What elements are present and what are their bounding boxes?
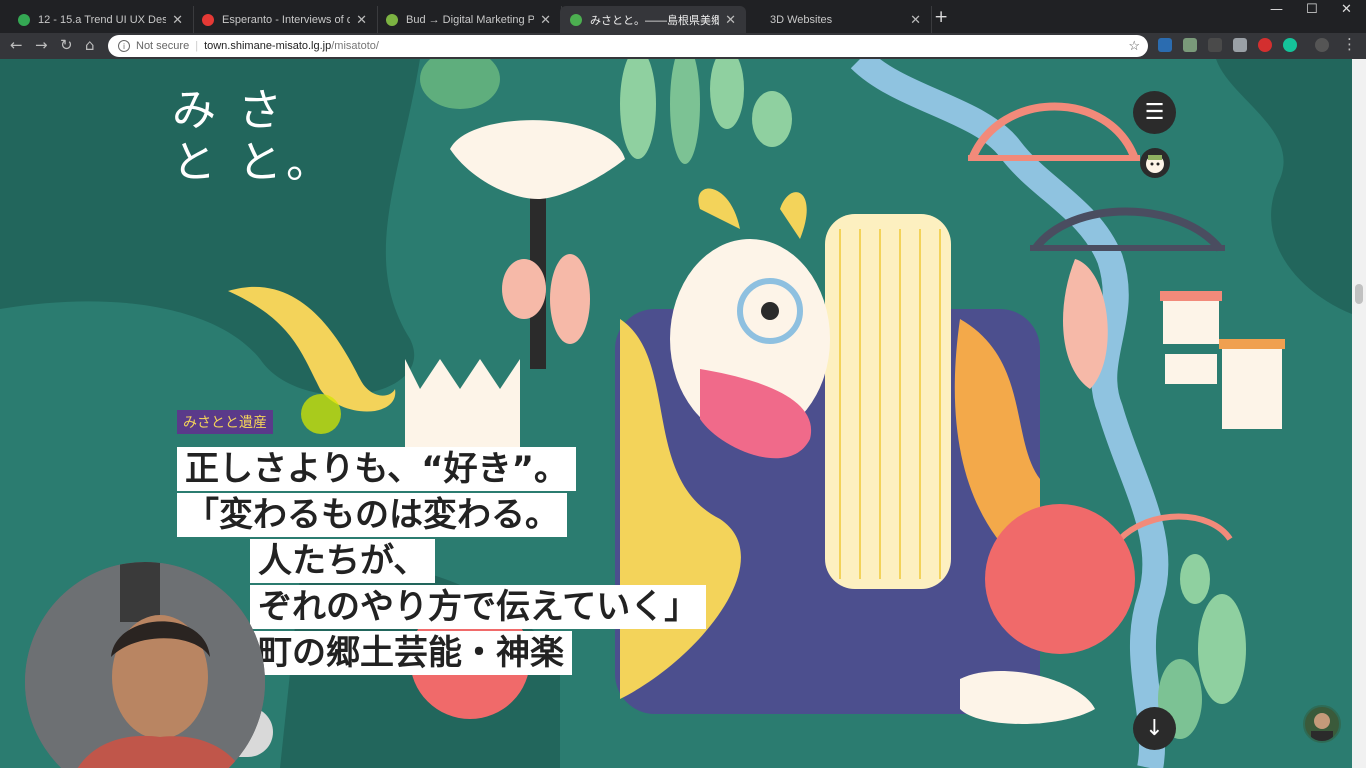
- hand: [960, 670, 1095, 724]
- browser-tab-strip: 12 - 15.a Trend UI UX Design 20... ✕ Esp…: [0, 0, 1366, 33]
- not-secure-label: Not secure: [136, 40, 190, 52]
- bridge: [1031, 207, 1224, 252]
- close-icon[interactable]: ✕: [356, 12, 367, 28]
- bridge-deck: [1030, 245, 1225, 251]
- tree: [670, 59, 700, 164]
- roof: [1219, 339, 1285, 349]
- extension-icon[interactable]: [1283, 38, 1297, 52]
- hamburger-icon: ☰: [1144, 100, 1165, 125]
- browser-tab-active[interactable]: みさとと。――島根県美郷町魅力発... ✕: [560, 6, 746, 33]
- mascot-icon: [1146, 155, 1164, 173]
- back-icon[interactable]: ←: [10, 36, 23, 54]
- tab-favicon-icon: [202, 13, 214, 26]
- tab-title: Esperanto - Interviews of creative...: [222, 13, 351, 26]
- window-close-icon[interactable]: ✕: [1341, 2, 1352, 17]
- url-path: /misatoto/: [331, 40, 379, 52]
- close-icon[interactable]: ✕: [540, 12, 551, 28]
- browser-tab[interactable]: Bud → Digital Marketing Perth - ... ✕: [376, 6, 562, 33]
- tab-favicon-icon: [570, 13, 582, 26]
- extension-icon[interactable]: [1258, 38, 1272, 52]
- flower: [985, 504, 1135, 654]
- hair: [825, 214, 951, 589]
- bridge-deck: [968, 155, 1140, 161]
- hand: [1063, 259, 1108, 389]
- headline-line: 町の郷土芸能・神楽: [250, 631, 572, 675]
- profile-avatar-icon[interactable]: [1315, 38, 1329, 52]
- tree: [752, 91, 792, 147]
- background-blob: [1216, 59, 1366, 319]
- extension-icon[interactable]: [1208, 38, 1222, 52]
- scrollbar[interactable]: [1352, 59, 1366, 768]
- logo-line: と と。: [172, 137, 334, 188]
- tree: [710, 59, 744, 129]
- extension-icon[interactable]: [1158, 38, 1172, 52]
- hand: [550, 254, 590, 344]
- tab-title: みさとと。――島根県美郷町魅力発...: [590, 14, 720, 27]
- menu-button[interactable]: ☰: [1133, 91, 1176, 134]
- extension-icon[interactable]: [1233, 38, 1247, 52]
- headline-line: ぞれのやり方で伝えていく」: [250, 585, 707, 629]
- tab-title: Bud → Digital Marketing Perth - ...: [406, 13, 535, 26]
- house: [1163, 299, 1219, 344]
- avatar: [1303, 705, 1341, 743]
- cursor-highlight: [301, 394, 341, 434]
- house: [1165, 354, 1217, 384]
- tab-title: 3D Websites: [770, 13, 833, 26]
- browser-tab[interactable]: Esperanto - Interviews of creative... ✕: [192, 6, 378, 33]
- reload-icon[interactable]: ↻: [60, 36, 73, 54]
- browser-tab[interactable]: 12 - 15.a Trend UI UX Design 20... ✕: [8, 6, 194, 33]
- hand: [502, 259, 546, 319]
- close-icon[interactable]: ✕: [725, 12, 736, 28]
- tree: [420, 59, 500, 109]
- mascot-icon[interactable]: [1140, 148, 1170, 178]
- tree: [1198, 594, 1246, 704]
- bookmark-star-icon[interactable]: ☆: [1128, 38, 1140, 54]
- roof: [1160, 291, 1222, 301]
- crown: [405, 359, 520, 459]
- close-icon[interactable]: ✕: [172, 12, 183, 28]
- close-icon[interactable]: ✕: [910, 12, 921, 28]
- house: [1222, 349, 1282, 429]
- headline-line: 正しさよりも、“好き”。: [177, 447, 576, 491]
- tree: [1180, 554, 1210, 604]
- tab-favicon-icon: [386, 13, 398, 26]
- tassel-fan: [450, 120, 625, 199]
- arrow-down-icon: ↓: [1145, 716, 1164, 741]
- mask-pupil: [761, 302, 779, 320]
- browser-tab[interactable]: 3D Websites ✕: [746, 6, 932, 33]
- scroll-down-button[interactable]: ↓: [1133, 707, 1176, 750]
- home-icon[interactable]: ⌂: [85, 36, 95, 54]
- address-bar[interactable]: i Not secure | town.shimane-misato.lg.jp…: [108, 35, 1148, 57]
- site-logo[interactable]: み さ と と。: [172, 85, 334, 189]
- divider: |: [195, 40, 199, 52]
- url-host: town.shimane-misato.lg.jp: [204, 40, 332, 52]
- page-viewport: み さ と と。 ☰ みさとと遺産 正しさよりも、“好き”。 「変わるものは変わ…: [0, 59, 1366, 768]
- tree: [620, 59, 656, 159]
- info-icon[interactable]: i: [118, 40, 130, 52]
- new-tab-icon[interactable]: +: [934, 7, 948, 27]
- forward-icon[interactable]: →: [35, 36, 48, 54]
- logo-line: み さ: [172, 85, 286, 136]
- maximize-icon[interactable]: ☐: [1306, 2, 1318, 17]
- more-menu-icon[interactable]: ⋮: [1342, 35, 1357, 53]
- mask-horns: [698, 188, 807, 239]
- headline-line: 「変わるものは変わる。: [177, 493, 567, 537]
- scrollbar-thumb[interactable]: [1355, 284, 1363, 304]
- browser-toolbar: ← → ↻ ⌂ i Not secure | town.shimane-misa…: [0, 33, 1366, 59]
- minimize-icon[interactable]: —: [1270, 2, 1283, 17]
- extension-icon[interactable]: [1183, 38, 1197, 52]
- category-badge: みさとと遺産: [177, 410, 273, 434]
- tab-favicon-icon: [18, 13, 30, 26]
- headline-line: 人たちが、: [250, 539, 436, 583]
- tab-title: 12 - 15.a Trend UI UX Design 20...: [38, 13, 167, 26]
